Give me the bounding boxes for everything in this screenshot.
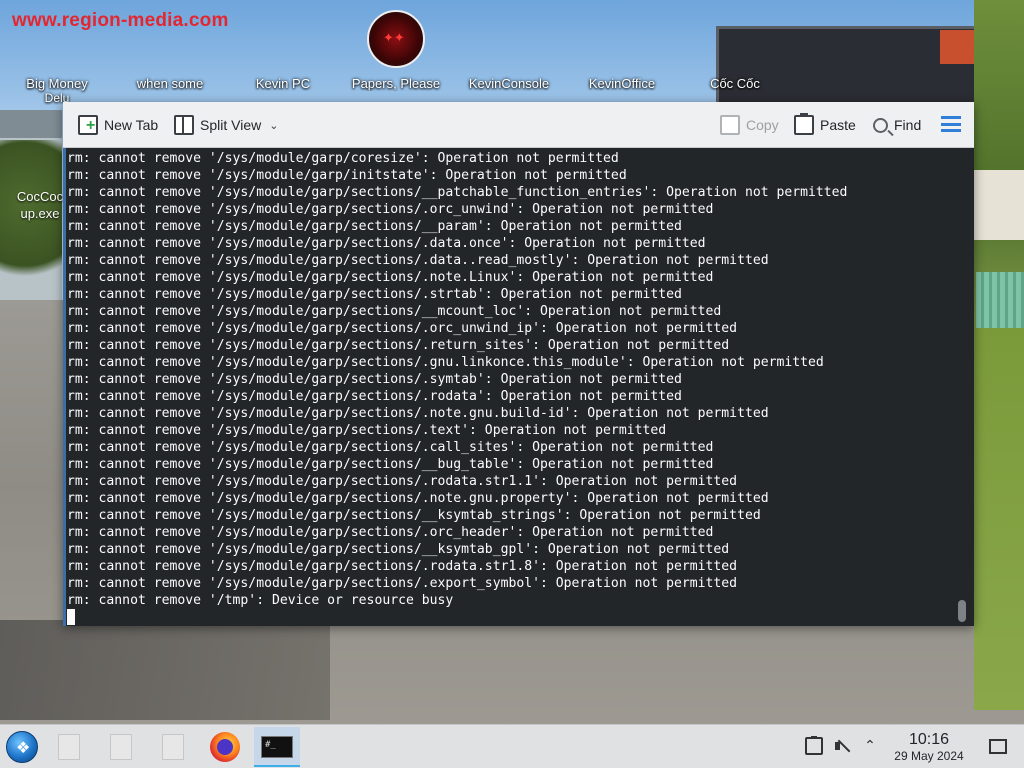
terminal-line: rm: cannot remove '/sys/module/garp/sect… bbox=[67, 253, 769, 268]
terminal-lines: rm: cannot remove '/sys/module/garp/core… bbox=[67, 150, 847, 609]
clipboard-icon[interactable] bbox=[805, 736, 823, 755]
clock-date: 29 May 2024 bbox=[894, 749, 964, 763]
terminal-line: rm: cannot remove '/sys/module/garp/sect… bbox=[67, 457, 714, 472]
chevron-up-icon[interactable]: ⌃ bbox=[861, 737, 879, 755]
terminal-line: rm: cannot remove '/sys/module/garp/sect… bbox=[67, 219, 682, 234]
terminal-line: rm: cannot remove '/sys/module/garp/core… bbox=[67, 151, 619, 166]
terminal-focus-border bbox=[63, 148, 66, 626]
papers-please-icon[interactable]: ✦✦ bbox=[367, 10, 425, 68]
document-icon bbox=[162, 734, 184, 760]
desktop-icon-when-some[interactable]: when some bbox=[115, 76, 225, 91]
taskbar-item-file-3[interactable] bbox=[150, 727, 196, 767]
terminal-line: rm: cannot remove '/sys/module/garp/sect… bbox=[67, 372, 682, 387]
wallpaper-grass bbox=[974, 320, 1024, 710]
konsole-toolbar: New Tab Split View ⌄ Copy Paste Find bbox=[63, 102, 974, 148]
desktop-icon-label: Cốc Cốc bbox=[710, 76, 760, 91]
terminal-line: rm: cannot remove '/tmp': Device or reso… bbox=[67, 593, 454, 608]
terminal-line: rm: cannot remove '/sys/module/garp/sect… bbox=[67, 491, 769, 506]
wallpaper-fence bbox=[976, 272, 1024, 328]
new-tab-label: New Tab bbox=[104, 117, 159, 133]
split-view-label: Split View bbox=[200, 117, 262, 133]
split-view-icon bbox=[174, 115, 194, 135]
desktop-icon-label: Papers, Please bbox=[351, 76, 441, 91]
split-view-button[interactable]: Split View ⌄ bbox=[174, 113, 278, 137]
konsole-window[interactable]: New Tab Split View ⌄ Copy Paste Find rm:… bbox=[63, 102, 974, 626]
taskbar-item-file-2[interactable] bbox=[98, 727, 144, 767]
desktop-icon-label: CocCoc bbox=[16, 189, 64, 204]
terminal-line: rm: cannot remove '/sys/module/garp/sect… bbox=[67, 576, 738, 591]
desktop-icon-label: Big Money bbox=[26, 76, 88, 91]
windows-logo-icon: ❖ bbox=[16, 738, 31, 757]
terminal-line: rm: cannot remove '/sys/module/garp/sect… bbox=[67, 389, 682, 404]
taskbar: ❖ #_ ⌃ 10:16 29 May 2024 bbox=[0, 724, 1024, 768]
terminal-line: rm: cannot remove '/sys/module/garp/sect… bbox=[67, 423, 667, 438]
desktop-icon-label: KevinOffice bbox=[588, 76, 656, 91]
terminal-line: rm: cannot remove '/sys/module/garp/sect… bbox=[67, 202, 714, 217]
show-desktop-icon[interactable] bbox=[989, 739, 1007, 754]
paste-label: Paste bbox=[820, 117, 856, 133]
terminal-scrollbar[interactable] bbox=[958, 600, 966, 622]
taskbar-item-firefox[interactable] bbox=[202, 727, 248, 767]
start-menu-button[interactable]: ❖ bbox=[6, 731, 38, 763]
terminal-line: rm: cannot remove '/sys/module/garp/sect… bbox=[67, 236, 706, 251]
clock-time: 10:16 bbox=[908, 731, 950, 748]
search-icon bbox=[873, 117, 888, 133]
find-button[interactable]: Find bbox=[873, 113, 921, 137]
taskbar-item-file-1[interactable] bbox=[46, 727, 92, 767]
new-tab-button[interactable]: New Tab bbox=[78, 113, 158, 137]
wallpaper-house bbox=[974, 170, 1024, 240]
desktop-icon-sublabel: up.exe bbox=[20, 206, 60, 221]
desktop-icon-label: KevinConsole bbox=[468, 76, 550, 91]
copy-label: Copy bbox=[746, 117, 779, 133]
terminal-line: rm: cannot remove '/sys/module/garp/sect… bbox=[67, 440, 714, 455]
terminal-line: rm: cannot remove '/sys/module/garp/sect… bbox=[67, 525, 714, 540]
firefox-icon bbox=[210, 732, 240, 762]
copy-icon bbox=[720, 115, 740, 135]
desktop-icon-papers-please[interactable]: Papers, Please bbox=[341, 76, 451, 91]
taskbar-item-konsole[interactable]: #_ bbox=[254, 727, 300, 767]
terminal-cursor bbox=[67, 609, 75, 625]
terminal-line: rm: cannot remove '/sys/module/garp/sect… bbox=[67, 321, 738, 336]
desktop-icon-kevin-console[interactable]: KevinConsole bbox=[454, 76, 564, 91]
clock[interactable]: 10:16 29 May 2024 bbox=[884, 731, 974, 764]
copy-button[interactable]: Copy bbox=[720, 113, 779, 137]
terminal-line: rm: cannot remove '/sys/module/garp/sect… bbox=[67, 355, 824, 370]
document-icon bbox=[110, 734, 132, 760]
wallpaper-road-shadow bbox=[0, 620, 330, 720]
terminal-line: rm: cannot remove '/sys/module/garp/sect… bbox=[67, 270, 714, 285]
watermark: www.region-media.com bbox=[12, 10, 229, 31]
terminal-line: rm: cannot remove '/sys/module/garp/sect… bbox=[67, 338, 730, 353]
terminal-line: rm: cannot remove '/sys/module/garp/sect… bbox=[67, 559, 738, 574]
desktop-icon-kevin-office[interactable]: KevinOffice bbox=[567, 76, 677, 91]
document-icon bbox=[58, 734, 80, 760]
desktop-icon-coc-coc[interactable]: Cốc Cốc bbox=[680, 76, 790, 91]
terminal-line: rm: cannot remove '/sys/module/garp/sect… bbox=[67, 287, 682, 302]
desktop-icon-coccoc-setup[interactable]: CocCoc up.exe bbox=[10, 188, 70, 222]
paste-icon bbox=[794, 113, 814, 135]
terminal-line: rm: cannot remove '/sys/module/garp/sect… bbox=[67, 474, 738, 489]
hamburger-menu-icon[interactable] bbox=[941, 116, 961, 132]
find-label: Find bbox=[894, 117, 922, 133]
desktop-icon-kevin-pc[interactable]: Kevin PC bbox=[228, 76, 338, 91]
terminal-line: rm: cannot remove '/sys/module/garp/sect… bbox=[67, 542, 730, 557]
desktop-icon-big-money[interactable]: Big Money Delu bbox=[2, 76, 112, 105]
chevron-down-icon: ⌄ bbox=[269, 119, 279, 132]
terminal-line: rm: cannot remove '/sys/module/garp/sect… bbox=[67, 304, 722, 319]
terminal-line: rm: cannot remove '/sys/module/garp/sect… bbox=[67, 508, 761, 523]
paste-button[interactable]: Paste bbox=[794, 113, 856, 137]
terminal-line: rm: cannot remove '/sys/module/garp/sect… bbox=[67, 406, 769, 421]
desktop-icon-label: when some bbox=[136, 76, 204, 91]
volume-muted-icon[interactable] bbox=[834, 737, 852, 755]
terminal-icon: #_ bbox=[261, 736, 293, 758]
terminal-line: rm: cannot remove '/sys/module/garp/init… bbox=[67, 168, 627, 183]
terminal-output[interactable]: rm: cannot remove '/sys/module/garp/core… bbox=[63, 148, 974, 626]
wallpaper-roof bbox=[0, 110, 62, 138]
desktop-icon-label: Kevin PC bbox=[255, 76, 311, 91]
new-tab-icon bbox=[78, 115, 98, 135]
terminal-line: rm: cannot remove '/sys/module/garp/sect… bbox=[67, 185, 848, 200]
